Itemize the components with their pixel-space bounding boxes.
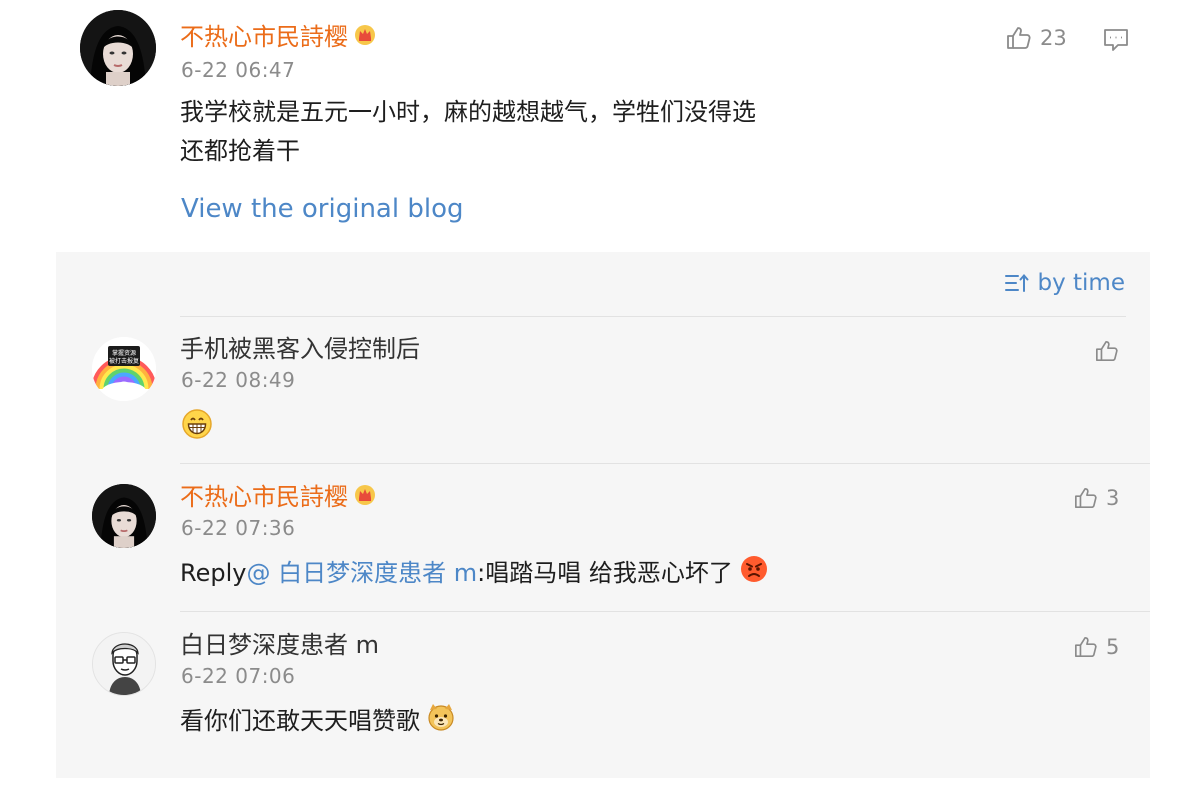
reply-1-timestamp: 6-22 08:49 <box>181 368 296 392</box>
reply-prefix: Reply <box>180 559 247 587</box>
avatar-badge-line2: 被打击报复 <box>109 357 139 365</box>
reply-2-like-count: 3 <box>1106 486 1120 510</box>
post-author-name-text[interactable]: 不热心市民詩樱 <box>180 23 348 51</box>
view-original-blog-link[interactable]: View the original blog <box>181 194 463 224</box>
reply-3-text: 看你们还敢天天唱赞歌 <box>180 707 420 735</box>
reply-2-text: :唱踏马唱 给我恶心坏了 <box>477 559 733 587</box>
panel-divider-2 <box>180 611 1150 612</box>
reply-2-body: Reply@ 白日梦深度患者 m:唱踏马唱 给我恶心坏了 <box>180 554 769 594</box>
panel-divider-top <box>180 316 1126 317</box>
thumbs-up-icon <box>1007 27 1031 49</box>
doge-emoji-icon <box>426 702 456 742</box>
reply-3-timestamp: 6-22 07:06 <box>181 664 296 688</box>
reply-2-author[interactable]: 不热心市民詩樱 <box>180 482 376 513</box>
post-like-count: 23 <box>1040 26 1067 50</box>
thumbs-up-icon <box>1075 487 1097 509</box>
post-like-button[interactable]: 23 <box>1006 25 1067 51</box>
reply-3-body: 看你们还敢天天唱赞歌 <box>180 702 456 742</box>
reply-2-timestamp: 6-22 07:36 <box>181 516 296 540</box>
thumbs-up-icon <box>1075 636 1097 658</box>
sort-label: by time <box>1037 270 1126 296</box>
sort-icon <box>1004 273 1028 292</box>
panel-divider-1 <box>180 463 1150 464</box>
sort-by-time-button[interactable]: by time <box>1004 270 1126 296</box>
reply-3-author[interactable]: 白日梦深度患者 m <box>180 630 379 660</box>
reply-3-like-count: 5 <box>1106 635 1120 659</box>
comment-icon <box>1104 29 1128 51</box>
reply-1-like-button[interactable] <box>1095 339 1119 363</box>
post-body-line-2: 还都抢着干 <box>180 137 300 165</box>
reply-1-author[interactable]: 手机被黑客入侵控制后 <box>180 334 420 364</box>
crown-badge-icon <box>354 23 376 53</box>
reply-2-author-text[interactable]: 不热心市民詩樱 <box>180 483 348 511</box>
mention-link[interactable]: @ 白日梦深度患者 m <box>246 559 477 587</box>
reply-2-avatar[interactable] <box>92 484 156 548</box>
angry-emoji-icon <box>739 554 769 594</box>
thumbs-up-icon <box>1096 340 1118 362</box>
reply-2-like-button[interactable]: 3 <box>1074 486 1119 510</box>
post-timestamp: 6-22 06:47 <box>181 58 296 82</box>
reply-3-like-button[interactable]: 5 <box>1074 635 1119 659</box>
post-comment-button[interactable] <box>1103 27 1129 57</box>
reply-3-avatar[interactable] <box>92 632 156 696</box>
replies-panel: by time 掌握资源 被打击报复 手机被黑客入侵控制后 6-22 08:49 <box>56 252 1150 778</box>
grin-emoji-icon <box>181 408 213 444</box>
avatar-badge-line1: 掌握资源 <box>112 349 136 357</box>
reply-1-avatar[interactable]: 掌握资源 被打击报复 <box>92 337 156 401</box>
post-body-line-1: 我学校就是五元一小时，麻的越想越气，学牲们没得选 <box>180 98 756 126</box>
crown-badge-icon <box>354 483 376 513</box>
post-author-name[interactable]: 不热心市民詩樱 <box>180 22 376 53</box>
post-author-avatar[interactable] <box>80 10 156 86</box>
